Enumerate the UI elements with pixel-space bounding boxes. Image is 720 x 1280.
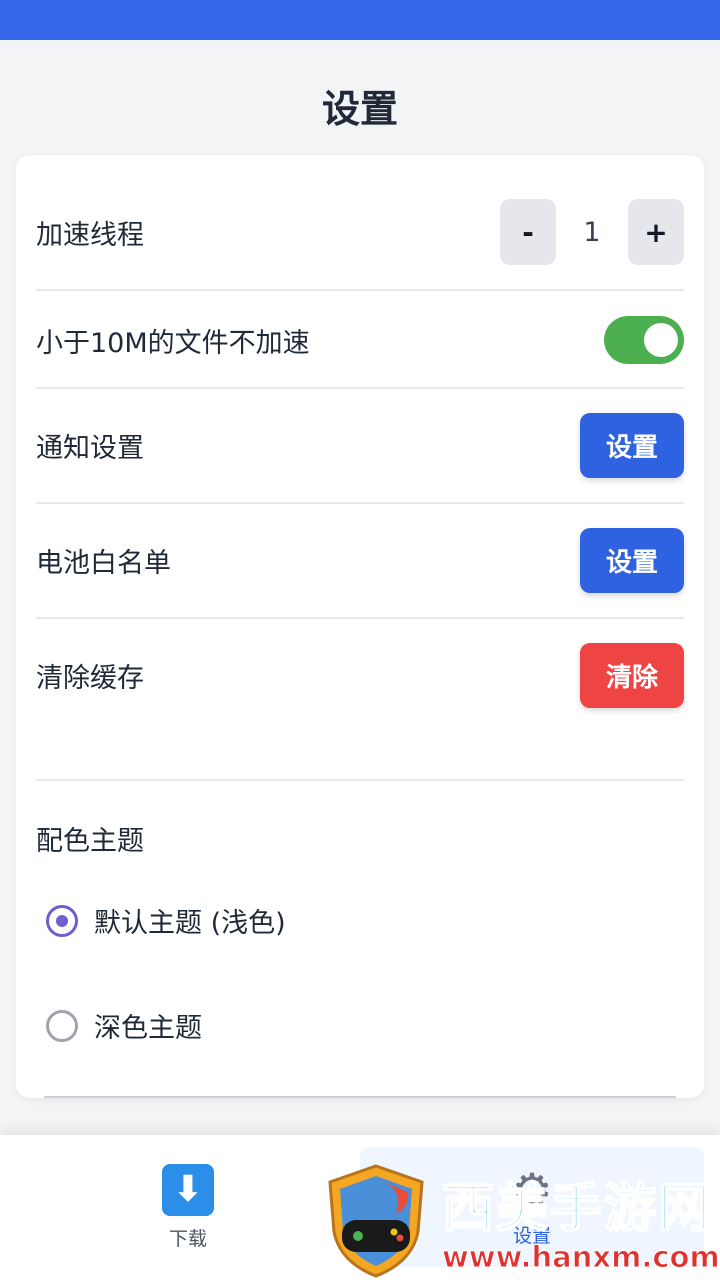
nav-item-download[interactable]: ⬇ 下载 bbox=[120, 1135, 256, 1280]
threads-value: 1 bbox=[583, 216, 601, 248]
scroll-edge bbox=[44, 1096, 676, 1098]
threads-label: 加速线程 bbox=[36, 219, 144, 251]
theme-section-title: 配色主题 bbox=[36, 826, 144, 857]
notification-settings-button[interactable]: 设置 bbox=[580, 413, 684, 478]
theme-option-label: 深色主题 bbox=[94, 1013, 202, 1044]
threads-row: 加速线程 - 1 + bbox=[36, 199, 684, 265]
divider bbox=[36, 617, 684, 619]
watermark-url: www.hanxm.com bbox=[442, 1240, 720, 1275]
theme-option-light[interactable]: 默认主题 (浅色) bbox=[46, 901, 286, 940]
threads-increment-button[interactable]: + bbox=[628, 199, 684, 265]
battery-whitelist-button[interactable]: 设置 bbox=[580, 528, 684, 593]
cache-label: 清除缓存 bbox=[36, 663, 144, 694]
notification-label: 通知设置 bbox=[36, 433, 144, 464]
theme-option-dark[interactable]: 深色主题 bbox=[46, 1006, 202, 1045]
clear-cache-button[interactable]: 清除 bbox=[580, 643, 684, 708]
radio-checked-icon[interactable] bbox=[46, 904, 78, 937]
small-file-label: 小于10M的文件不加速 bbox=[36, 327, 310, 359]
notification-row: 通知设置 设置 bbox=[36, 413, 684, 478]
battery-label: 电池白名单 bbox=[36, 548, 171, 579]
page-title: 设置 bbox=[321, 87, 398, 131]
small-file-row: 小于10M的文件不加速 bbox=[36, 315, 684, 365]
settings-card: 加速线程 - 1 + 小于10M的文件不加速 通知设置 设置 电池白名单 设置 … bbox=[16, 155, 704, 1098]
cache-row: 清除缓存 清除 bbox=[36, 643, 684, 708]
divider bbox=[36, 502, 684, 504]
threads-decrement-button[interactable]: - bbox=[500, 199, 556, 265]
watermark-shield-logo bbox=[328, 1164, 424, 1278]
status-bar bbox=[0, 0, 720, 40]
watermark-title: 西美手游网 bbox=[441, 1178, 713, 1240]
radio-unchecked-icon[interactable] bbox=[46, 1009, 78, 1042]
download-icon: ⬇ bbox=[162, 1164, 214, 1216]
threads-stepper: - 1 + bbox=[500, 199, 684, 265]
battery-row: 电池白名单 设置 bbox=[36, 528, 684, 593]
divider bbox=[36, 289, 684, 291]
divider bbox=[36, 779, 684, 781]
toggle-knob bbox=[644, 323, 678, 357]
theme-option-label: 默认主题 (浅色) bbox=[94, 908, 286, 939]
watermark: 西美手游网 www.hanxm.com bbox=[324, 1162, 720, 1280]
small-file-toggle[interactable] bbox=[604, 316, 684, 364]
divider bbox=[36, 387, 684, 389]
nav-label: 下载 bbox=[168, 1228, 207, 1250]
